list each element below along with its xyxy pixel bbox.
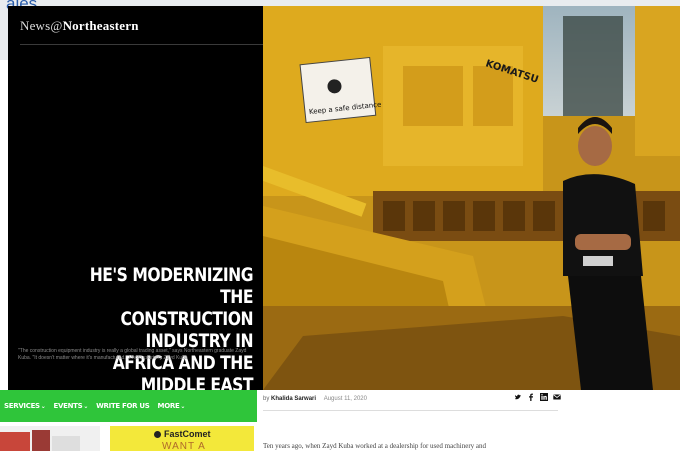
nav-more[interactable]: MORE⌄ (158, 402, 186, 410)
nav-services-label: SERVICES (4, 402, 40, 410)
ad-logo: FastComet (154, 429, 211, 439)
email-icon[interactable] (553, 393, 561, 401)
hero-text-panel: News@Northeastern HE'S MODERNIZING THE C… (8, 6, 263, 396)
twitter-icon[interactable] (514, 393, 522, 401)
thumbnail-shape (32, 430, 50, 451)
nav-more-label: MORE (157, 402, 180, 410)
article-headline: HE'S MODERNIZING THE CONSTRUCTION INDUST… (56, 264, 254, 396)
nav-write-label: WRITE FOR US (96, 402, 150, 410)
article-byline: by Khalida Sarwari August 11, 2020 (263, 396, 367, 402)
nav-write-for-us[interactable]: WRITE FOR US (96, 402, 150, 410)
brand-prefix: News@ (20, 18, 63, 33)
article-thumbnail[interactable] (0, 426, 100, 451)
article-body-first-line: Ten years ago, when Zayd Kuba worked at … (263, 442, 487, 450)
byline-prefix: by (263, 396, 270, 402)
header-divider (20, 44, 263, 45)
overlay-nav-bar: SERVICES⌄ EVENTS⌄ WRITE FOR US MORE⌄ (0, 390, 257, 422)
headline-line-1: HE'S MODERNIZING THE (89, 264, 254, 308)
article-card: News@Northeastern HE'S MODERNIZING THE C… (8, 6, 680, 451)
nav-events[interactable]: EVENTS⌄ (54, 402, 89, 410)
byline-divider (263, 410, 558, 411)
brand-name: Northeastern (62, 18, 139, 33)
advertisement-banner[interactable]: FastComet WANT A (110, 426, 254, 452)
share-bar (514, 393, 561, 401)
site-logo[interactable]: News@Northeastern (20, 18, 139, 34)
hero-photo: KOMATSU Keep a safe distance (263, 6, 680, 390)
thumbnail-shape (52, 436, 80, 451)
thumbnail-shape (0, 432, 30, 451)
nav-events-label: EVENTS (53, 402, 83, 410)
chevron-down-icon: ⌄ (83, 403, 89, 410)
nav-services[interactable]: SERVICES⌄ (4, 402, 46, 410)
publish-date: August 11, 2020 (323, 396, 367, 402)
ad-brand: FastComet (164, 429, 211, 439)
headline-line-2: CONSTRUCTION INDUSTRY IN (120, 308, 254, 352)
chevron-down-icon: ⌄ (180, 403, 186, 410)
linkedin-icon[interactable] (540, 393, 548, 401)
bulldozer-photo: KOMATSU Keep a safe distance (263, 6, 680, 390)
chevron-down-icon: ⌄ (40, 403, 46, 410)
facebook-icon[interactable] (527, 393, 535, 401)
author-link[interactable]: Khalida Sarwari (271, 396, 316, 402)
ad-tagline: WANT A (162, 441, 206, 452)
fastcomet-logo-icon (154, 431, 161, 438)
photo-caption: "The construction equipment industry is … (18, 348, 247, 361)
